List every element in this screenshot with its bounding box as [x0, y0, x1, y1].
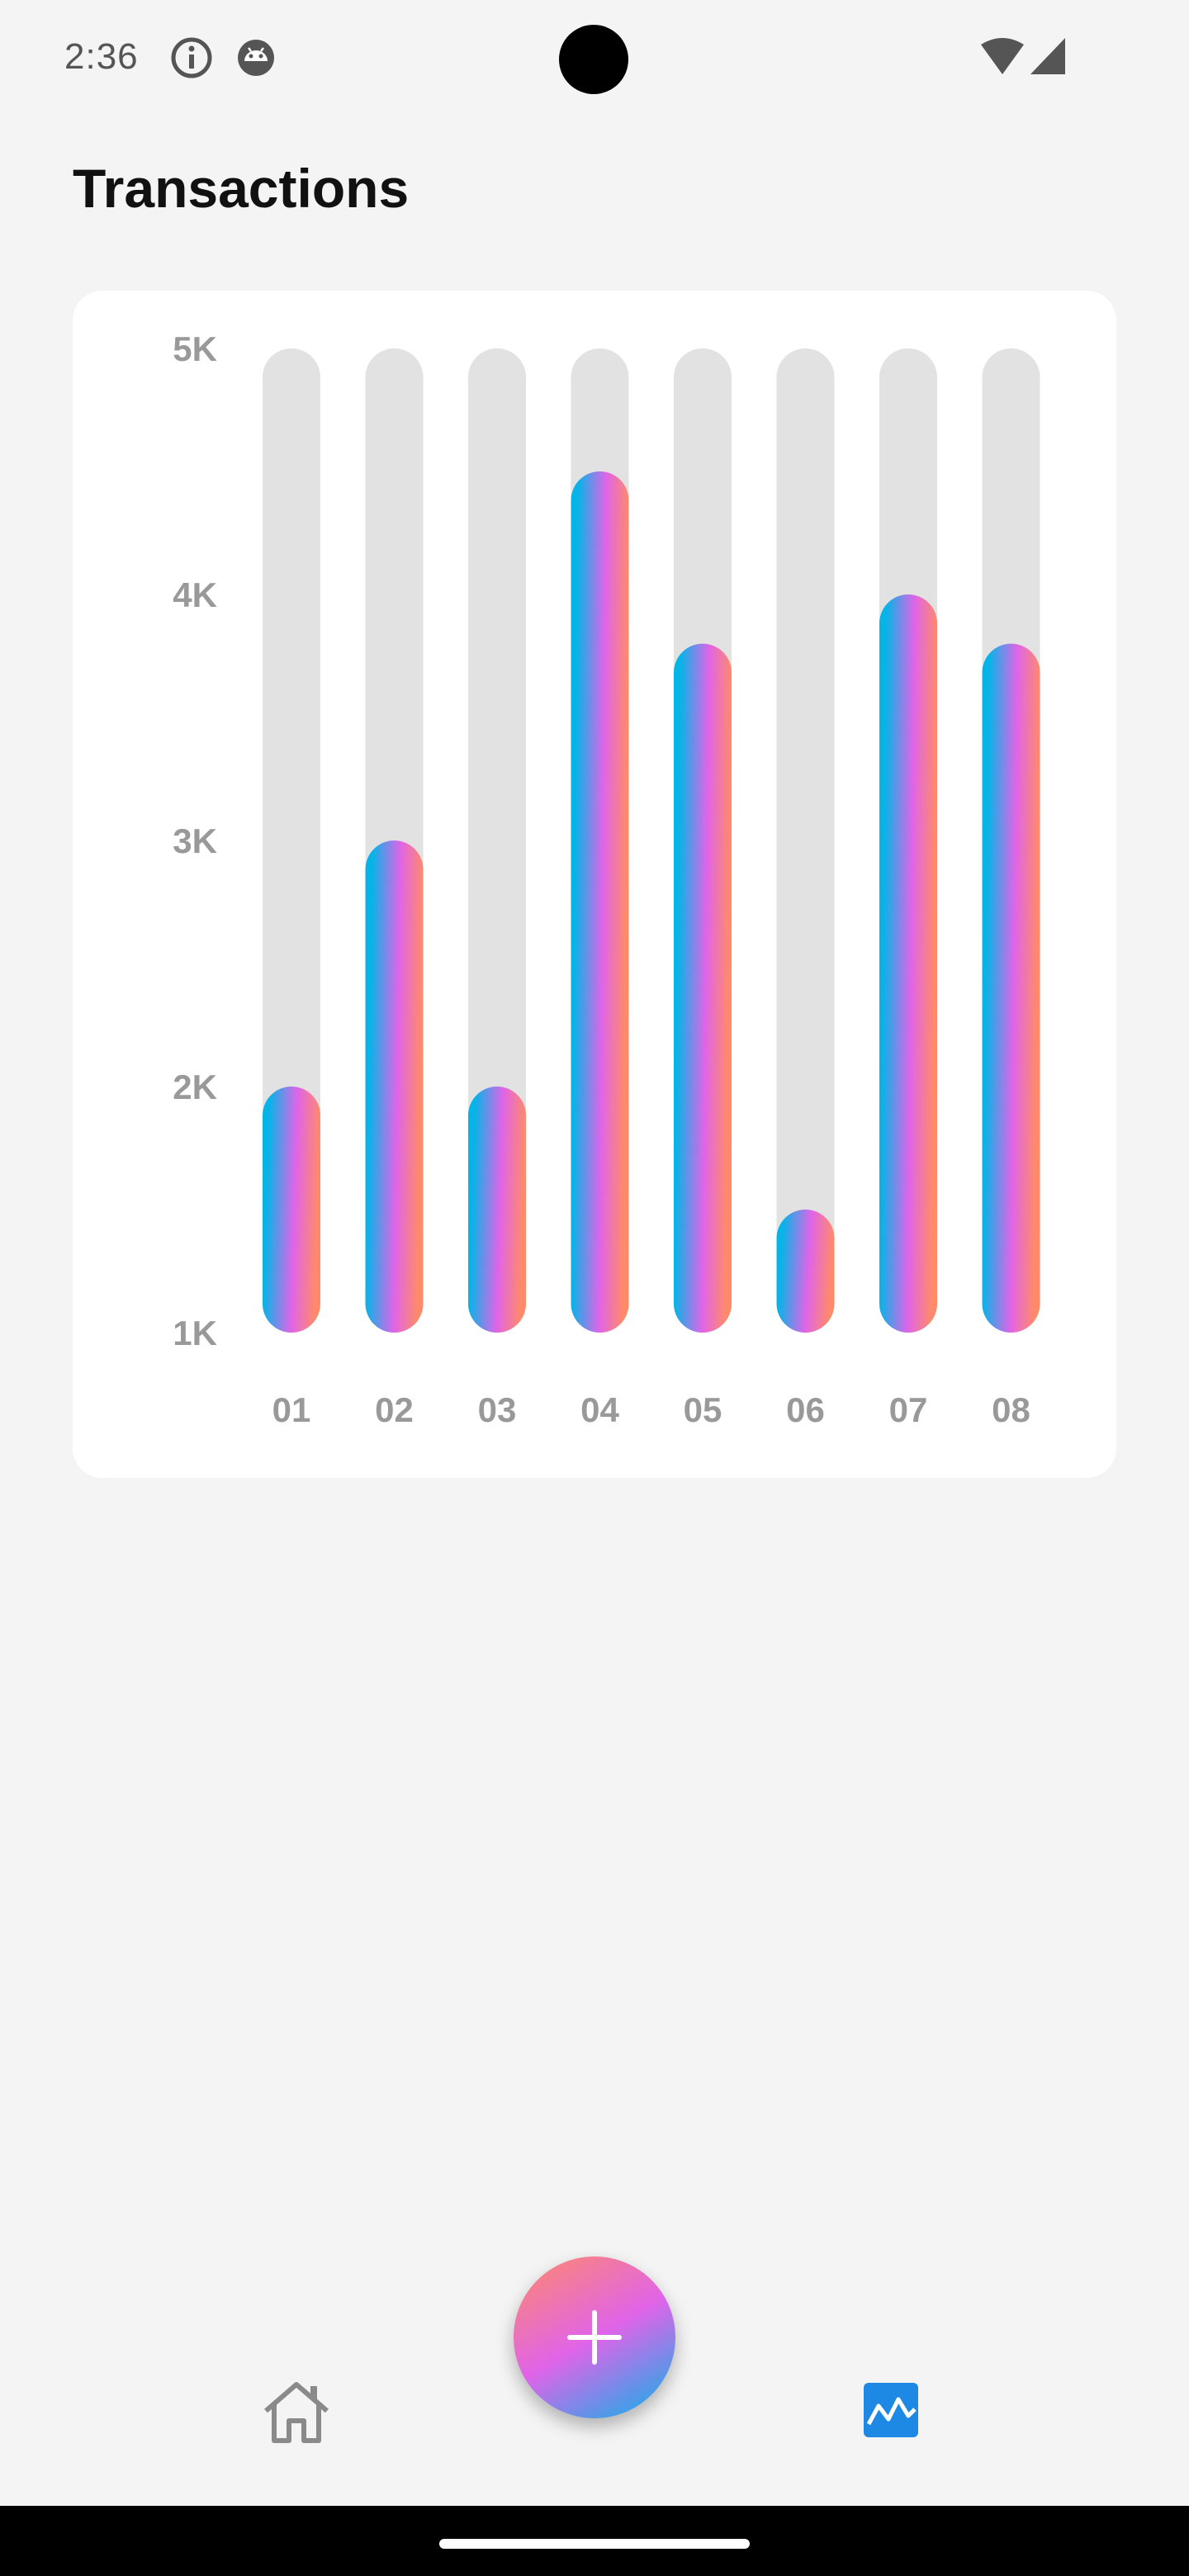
bar-group-06[interactable]: 06 [776, 348, 835, 1429]
add-transaction-button[interactable] [514, 2256, 675, 2418]
bar-group-07[interactable]: 07 [879, 348, 937, 1429]
bar-value [674, 643, 732, 1333]
chart-icon[interactable] [862, 2381, 920, 2439]
x-tick-label: 06 [786, 1390, 825, 1429]
bar-chart: 1K 2K 3K 4K 5K 01 02 03 04 05 06 07 08 [173, 329, 1040, 1429]
bar-value [365, 841, 424, 1333]
x-tick-label: 04 [580, 1390, 619, 1429]
plus-icon [567, 2310, 622, 2365]
x-tick-label: 03 [478, 1390, 517, 1429]
info-icon [171, 37, 212, 78]
android-debug-icon [238, 40, 274, 76]
bar-group-05[interactable]: 05 [674, 348, 732, 1429]
x-tick-label: 05 [684, 1390, 722, 1429]
camera-cutout [559, 25, 628, 94]
x-tick-label: 02 [375, 1390, 414, 1429]
signal-icon [1030, 38, 1065, 74]
x-tick-label: 01 [272, 1390, 311, 1429]
chart-card: 1K 2K 3K 4K 5K 01 02 03 04 05 06 07 08 [73, 291, 1116, 1478]
y-tick-label: 3K [173, 822, 217, 860]
y-tick-label: 1K [173, 1314, 217, 1352]
x-tick-label: 08 [992, 1390, 1030, 1429]
bar-group-03[interactable]: 03 [468, 348, 526, 1429]
y-tick-label: 5K [173, 329, 217, 368]
bar-group-08[interactable]: 08 [982, 348, 1040, 1429]
bar-group-02[interactable]: 02 [365, 348, 424, 1429]
home-icon[interactable] [261, 2379, 332, 2444]
bar-group-01[interactable]: 01 [263, 348, 320, 1429]
gesture-navigation-bar [0, 2506, 1189, 2576]
page-title: Transactions [73, 158, 410, 219]
wifi-icon [981, 38, 1024, 74]
bar-value [468, 1087, 526, 1333]
bar-group-04[interactable]: 04 [571, 348, 629, 1429]
bar-value [571, 471, 629, 1333]
bar-value [263, 1087, 320, 1333]
gesture-handle[interactable] [439, 2539, 750, 2549]
bar-value [879, 594, 937, 1333]
status-bar: 2:36 [0, 0, 1189, 124]
y-tick-label: 4K [173, 575, 217, 614]
bar-value [982, 643, 1040, 1333]
x-tick-label: 07 [889, 1390, 928, 1429]
y-tick-label: 2K [173, 1068, 217, 1106]
bar-value [776, 1210, 835, 1333]
bar-track [776, 348, 835, 1333]
status-time: 2:36 [64, 36, 139, 77]
